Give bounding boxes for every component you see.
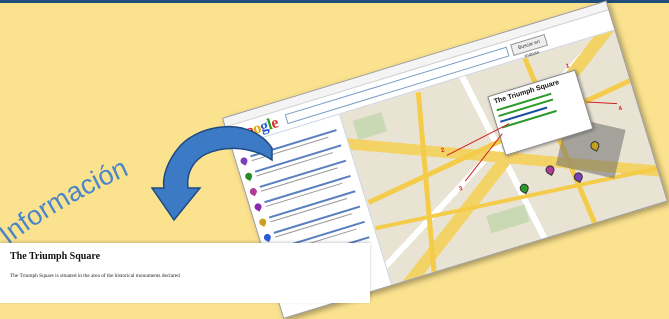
- document-title: The Triumph Square: [10, 251, 101, 262]
- document-card: The Triumph Square The Triumph Square is…: [0, 243, 370, 303]
- document-text: The Triumph Square is situated in the ar…: [10, 273, 180, 279]
- curved-arrow-icon: [150, 125, 273, 222]
